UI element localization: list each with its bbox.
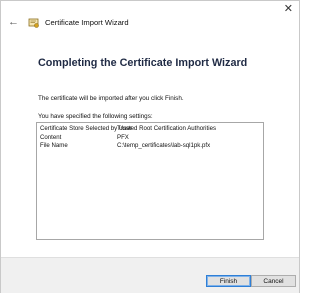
settings-list[interactable]: Certificate Store Selected by User Trust… — [36, 122, 264, 240]
settings-value: C:\temp_certificates\lab-sql1pk.pfx — [117, 142, 211, 149]
wizard-window: ✕ ← Certificate Import Wizard Completing… — [0, 0, 300, 293]
settings-row: Content PFX — [40, 134, 260, 143]
settings-value: Trusted Root Certification Authorities — [117, 125, 217, 132]
close-icon[interactable]: ✕ — [284, 4, 293, 15]
settings-key: File Name — [40, 142, 68, 149]
page-heading: Completing the Certificate Import Wizard — [38, 57, 248, 69]
settings-value: PFX — [117, 133, 129, 141]
intro-text: The certificate will be imported after y… — [38, 95, 184, 102]
button-bar: Finish Cancel — [1, 257, 299, 293]
window-title: Certificate Import Wizard — [45, 17, 129, 27]
cancel-button[interactable]: Cancel — [251, 275, 296, 287]
back-arrow-icon[interactable]: ← — [8, 16, 20, 28]
settings-key: Certificate Store Selected by User — [40, 125, 132, 132]
settings-row: File Name C:\temp_certificates\lab-sql1p… — [40, 142, 260, 151]
settings-key: Content — [40, 133, 62, 141]
certificate-wizard-icon — [28, 16, 40, 28]
finish-button[interactable]: Finish — [206, 275, 251, 287]
title-bar: ← Certificate Import Wizard — [8, 15, 129, 29]
settings-label: You have specified the following setting… — [38, 113, 153, 120]
settings-row: Certificate Store Selected by User Trust… — [40, 125, 260, 134]
